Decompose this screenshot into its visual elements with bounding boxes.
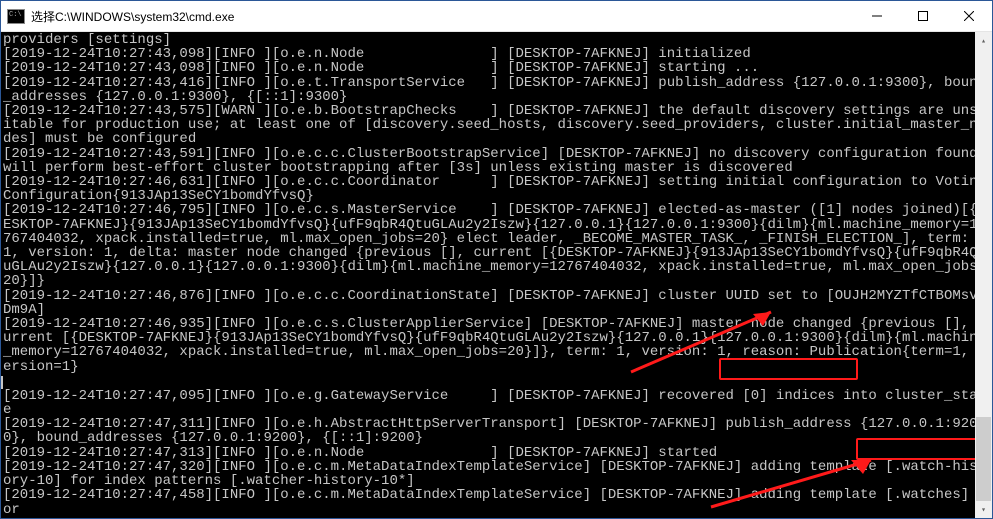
log-line: [2019-12-24T10:27:46,631][INFO ][o.e.c.c… <box>3 174 986 204</box>
close-button[interactable] <box>946 1 992 31</box>
maximize-button[interactable] <box>900 1 946 31</box>
log-line: [2019-12-24T10:27:43,575][WARN ][o.e.b.B… <box>3 103 986 147</box>
scroll-up-button[interactable]: ▴ <box>975 32 992 49</box>
log-line: [2019-12-24T10:27:43,591][INFO ][o.e.c.c… <box>3 146 992 176</box>
log-line: [2019-12-24T10:27:43,416][INFO ][o.e.t.T… <box>3 75 986 105</box>
scroll-down-button[interactable]: ▾ <box>975 501 992 518</box>
vertical-scrollbar[interactable]: ▴ ▾ <box>975 32 992 518</box>
log-line: [2019-12-24T10:27:46,935][INFO ][o.e.c.s… <box>3 316 986 375</box>
log-line: [2019-12-24T10:27:47,311][INFO ][o.e.h.A… <box>3 416 978 446</box>
titlebar[interactable]: 选择C:\WINDOWS\system32\cmd.exe <box>1 1 992 32</box>
minimize-button[interactable] <box>854 1 900 31</box>
scroll-thumb[interactable] <box>976 417 991 501</box>
log-line: [2019-12-24T10:27:47,095][INFO ][o.e.g.G… <box>3 388 986 418</box>
scroll-track[interactable] <box>975 49 992 501</box>
log-line: [2019-12-24T10:27:46,876][INFO ][o.e.c.c… <box>3 288 986 318</box>
cmd-window: 选择C:\WINDOWS\system32\cmd.exe providers … <box>0 0 993 519</box>
terminal-output: providers [settings] [2019-12-24T10:27:4… <box>1 32 992 518</box>
terminal-area[interactable]: providers [settings] [2019-12-24T10:27:4… <box>1 32 992 518</box>
log-line: [2019-12-24T10:27:47,320][INFO ][o.e.c.m… <box>3 459 986 489</box>
cmd-icon <box>7 9 25 24</box>
window-title: 选择C:\WINDOWS\system32\cmd.exe <box>31 8 854 25</box>
log-line: [2019-12-24T10:27:47,458][INFO ][o.e.c.m… <box>3 487 986 517</box>
log-line: [2019-12-24T10:27:46,795][INFO ][o.e.c.s… <box>3 202 986 289</box>
